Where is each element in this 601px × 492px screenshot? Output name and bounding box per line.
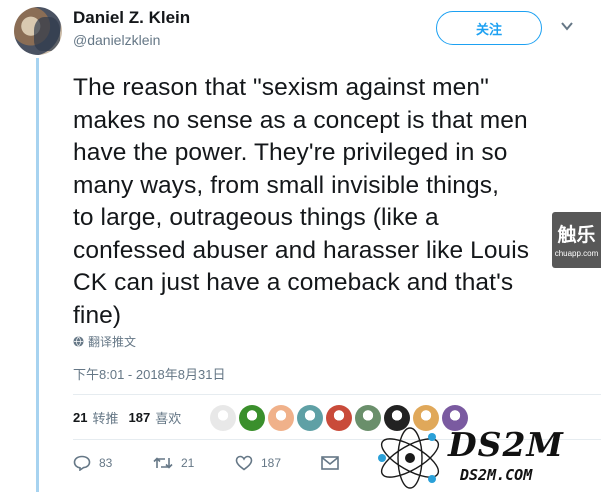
heart-icon bbox=[235, 455, 253, 471]
tweet-actions: 83 21 187 bbox=[73, 455, 339, 471]
globe-icon bbox=[73, 336, 84, 347]
retweets-stat-label[interactable]: 转推 bbox=[92, 408, 118, 427]
reply-button[interactable]: 83 bbox=[73, 455, 153, 471]
tweet-text: The reason that "sexism against men" mak… bbox=[73, 74, 530, 329]
chuapp-watermark-url: chuapp.com bbox=[554, 249, 599, 258]
chuapp-watermark-title: 触乐 bbox=[557, 225, 596, 246]
retweet-icon bbox=[153, 457, 173, 469]
like-button[interactable]: 187 bbox=[235, 455, 321, 471]
liker-avatar[interactable] bbox=[297, 405, 323, 431]
like-count: 187 bbox=[261, 456, 282, 470]
liker-avatar[interactable] bbox=[210, 405, 236, 431]
retweet-button[interactable]: 21 bbox=[153, 456, 235, 470]
avatar[interactable] bbox=[14, 7, 62, 55]
likes-stat-count[interactable]: 187 bbox=[128, 410, 150, 425]
translate-tweet-link[interactable]: 翻译推文 bbox=[73, 333, 136, 350]
ds2m-logo-url: DS2M.COM bbox=[460, 466, 533, 484]
tweet-timestamp[interactable]: 下午8:01 - 2018年8月31日 bbox=[73, 364, 225, 383]
liker-avatar[interactable] bbox=[326, 405, 352, 431]
liker-avatar[interactable] bbox=[268, 405, 294, 431]
atom-logo-icon bbox=[378, 427, 440, 489]
thread-connector-line bbox=[36, 58, 39, 492]
chevron-down-icon[interactable] bbox=[560, 20, 574, 32]
envelope-icon bbox=[321, 456, 339, 470]
retweets-stat-count[interactable]: 21 bbox=[73, 410, 87, 425]
ds2m-logo-text: DS2M bbox=[448, 425, 564, 464]
tweet-stats: 21 转推 187 喜欢 bbox=[73, 408, 191, 427]
chuapp-watermark: 触乐 chuapp.com bbox=[552, 212, 601, 268]
direct-message-button[interactable] bbox=[321, 456, 339, 470]
follow-button[interactable]: 关注 bbox=[436, 11, 542, 45]
author-name[interactable]: Daniel Z. Klein bbox=[73, 8, 190, 28]
reply-icon bbox=[73, 455, 91, 471]
divider bbox=[73, 394, 601, 395]
likes-stat-label[interactable]: 喜欢 bbox=[155, 408, 181, 427]
retweet-count: 21 bbox=[181, 456, 195, 470]
author-handle[interactable]: @danielzklein bbox=[73, 32, 160, 48]
reply-count: 83 bbox=[99, 456, 113, 470]
translate-label: 翻译推文 bbox=[88, 335, 137, 349]
liker-avatar[interactable] bbox=[239, 405, 265, 431]
ds2m-watermark: DS2M DS2M.COM bbox=[374, 423, 601, 492]
